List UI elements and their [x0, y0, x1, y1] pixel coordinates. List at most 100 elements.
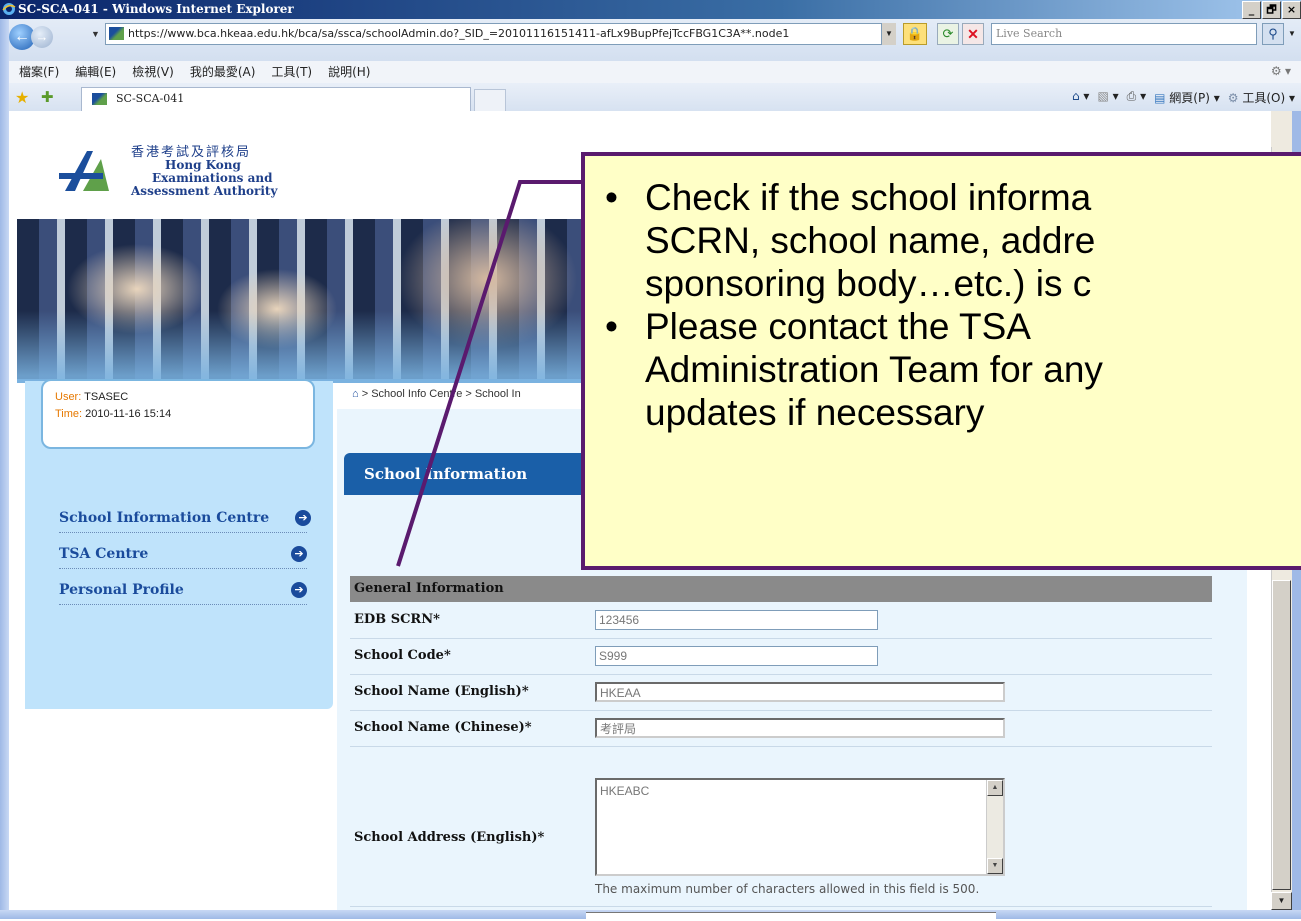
address-bar: ← → ▼ https://www.bca.hkeaa.edu.hk/bca/s… — [9, 19, 1301, 62]
ie-logo-icon — [2, 3, 16, 15]
stop-icon[interactable]: ✕ — [962, 23, 984, 45]
search-dropdown-icon[interactable]: ▼ — [1285, 23, 1299, 45]
sidebar-item-label: TSA Centre — [59, 546, 149, 562]
school-code-field[interactable]: S999 — [595, 646, 878, 666]
sidebar-item-school-information-centre[interactable]: School Information Centre ➔ — [59, 504, 311, 533]
form-row-school-address-english: School Address (English)* HKEABC ▲ ▼ The… — [350, 746, 1212, 907]
time-value: 2010-11-16 15:14 — [85, 408, 172, 420]
search-icon[interactable]: ⚲ — [1262, 23, 1284, 45]
url-dropdown-icon[interactable]: ▼ — [881, 23, 896, 45]
school-address-english-value: HKEABC — [600, 784, 650, 798]
url-text: https://www.bca.hkeaa.edu.hk/bca/sa/ssca… — [128, 27, 790, 40]
gear-icon: ⚙ — [1227, 91, 1239, 105]
banner-photo-fade — [17, 311, 607, 383]
command-bar: ⌂ ▾ ▧ ▾ ⎙ ▾ ▤ 網頁(P) ▾ ⚙ 工具(O) ▾ — [1072, 89, 1295, 106]
school-code-label: School Code* — [354, 648, 451, 663]
restore-button[interactable]: 🗗 — [1262, 1, 1281, 19]
scroll-up-icon[interactable]: ▲ — [987, 780, 1003, 796]
arrow-right-icon: ➔ — [295, 510, 311, 526]
arrow-right-icon: ➔ — [291, 546, 307, 562]
minimize-button[interactable]: _ — [1242, 1, 1261, 19]
callout-bullet-1-line-3: sponsoring body…etc.) is c — [645, 263, 1092, 304]
window-titlebar: SC-SCA-041 - Windows Internet Explorer _… — [0, 0, 1301, 19]
callout-bullet-2-line-2: Administration Team for any — [645, 349, 1103, 390]
menu-help[interactable]: 說明(H) — [320, 61, 378, 83]
school-name-english-label: School Name (English)* — [354, 684, 529, 699]
callout-bullets: Check if the school informa SCRN, school… — [585, 176, 1301, 434]
sidebar-item-label: Personal Profile — [59, 582, 184, 598]
tab-favicon-icon — [92, 93, 107, 105]
favorites-star-icon[interactable]: ★ — [15, 88, 29, 108]
hkeaa-logo-icon — [59, 151, 109, 191]
form-row-school-name-chinese: School Name (Chinese)* 考評局 — [350, 710, 1212, 747]
form-row-school-code: School Code* S999 — [350, 638, 1212, 675]
school-address-english-textarea[interactable]: HKEABC ▲ ▼ — [595, 778, 1005, 876]
feeds-button[interactable]: ▧ ▾ — [1097, 89, 1118, 106]
edb-scrn-field[interactable]: 123456 — [595, 610, 878, 630]
sidebar-item-personal-profile[interactable]: Personal Profile ➔ — [59, 576, 307, 605]
annotation-callout: Check if the school informa SCRN, school… — [581, 152, 1301, 570]
logo-english-line3: Assessment Authority — [131, 184, 278, 198]
menu-view[interactable]: 檢視(V) — [124, 61, 182, 83]
scroll-down-icon[interactable]: ▼ — [1271, 892, 1292, 910]
form-row-school-name-english: School Name (English)* HKEAA — [350, 674, 1212, 711]
callout-bullet-1-line-1: Check if the school informa — [645, 177, 1092, 218]
history-dropdown-icon[interactable]: ▼ — [91, 29, 100, 39]
page-menu-button[interactable]: ▤ 網頁(P) ▾ — [1154, 89, 1220, 106]
callout-bullet-2-line-3: updates if necessary — [645, 392, 985, 433]
new-tab-button[interactable] — [474, 89, 506, 111]
callout-bullet-1: Check if the school informa SCRN, school… — [585, 176, 1301, 305]
user-line: User: TSASEC — [55, 389, 313, 406]
breadcrumb: ⌂ > School Info Centre > School In — [352, 388, 521, 400]
home-icon: ⌂ — [1071, 89, 1080, 103]
section-title: School Information — [344, 453, 594, 495]
textarea-scrollbar[interactable]: ▲ ▼ — [986, 780, 1003, 874]
home-button[interactable]: ⌂ ▾ — [1072, 89, 1089, 106]
add-favorite-icon[interactable]: ✚ — [41, 88, 54, 106]
tab-title: SC-SCA-041 — [116, 92, 185, 105]
form-row-edb-scrn: EDB SCRN* 123456 — [350, 602, 1212, 639]
arrow-right-icon: ➔ — [291, 582, 307, 598]
lock-icon[interactable]: 🔒 — [903, 23, 927, 45]
tab-sc-sca-041[interactable]: SC-SCA-041 — [81, 87, 471, 111]
page-scrollbar-thumb[interactable] — [1272, 580, 1291, 890]
tab-bar: ★ ✚ SC-SCA-041 ⌂ ▾ ▧ ▾ ⎙ ▾ ▤ 網頁(P) ▾ ⚙ 工… — [9, 83, 1301, 112]
home-icon[interactable]: ⌂ — [352, 388, 359, 400]
slide-frame-left — [0, 0, 9, 919]
general-information-header: General Information — [350, 576, 1212, 602]
menu-tools[interactable]: 工具(T) — [263, 61, 320, 83]
sidebar-item-tsa-centre[interactable]: TSA Centre ➔ — [59, 540, 307, 569]
print-button[interactable]: ⎙ ▾ — [1127, 89, 1146, 106]
time-label: Time: — [55, 408, 83, 420]
close-button[interactable]: × — [1282, 1, 1301, 19]
search-input[interactable]: Live Search — [991, 23, 1257, 45]
toolbar-options-icon[interactable]: ⚙ ▾ — [1271, 64, 1291, 78]
callout-bullet-1-line-2: SCRN, school name, addre — [645, 220, 1096, 261]
feeds-icon: ▧ — [1097, 89, 1109, 103]
address-length-hint: The maximum number of characters allowed… — [595, 882, 980, 896]
page-icon: ▤ — [1154, 91, 1166, 105]
school-name-chinese-field[interactable]: 考評局 — [595, 718, 1005, 738]
school-name-chinese-label: School Name (Chinese)* — [354, 720, 532, 735]
sidebar-item-label: School Information Centre — [59, 510, 270, 526]
print-icon: ⎙ — [1126, 89, 1137, 103]
scroll-down-icon[interactable]: ▼ — [987, 858, 1003, 874]
callout-bullet-2: Please contact the TSA Administration Te… — [585, 305, 1301, 434]
user-info-box: User: TSASEC Time: 2010-11-16 15:14 — [41, 379, 315, 449]
menu-favorites[interactable]: 我的最愛(A) — [182, 61, 264, 83]
hkeaa-logo: 香港考試及評核局 Hong Kong Examinations and Asse… — [41, 139, 341, 209]
scrollbar-top — [1271, 111, 1292, 147]
callout-bullet-2-line-1: Please contact the TSA — [645, 306, 1031, 347]
school-name-english-field[interactable]: HKEAA — [595, 682, 1005, 702]
menu-bar: 檔案(F) 編輯(E) 檢視(V) 我的最愛(A) 工具(T) 說明(H) ⚙ … — [9, 61, 1301, 84]
search-placeholder: Live Search — [996, 27, 1063, 40]
menu-file[interactable]: 檔案(F) — [11, 61, 67, 83]
window-title: SC-SCA-041 - Windows Internet Explorer — [18, 2, 294, 16]
user-value: TSASEC — [84, 391, 129, 403]
url-input[interactable]: https://www.bca.hkeaa.edu.hk/bca/sa/ssca… — [105, 23, 895, 45]
forward-button[interactable]: → — [31, 26, 53, 48]
menu-edit[interactable]: 編輯(E) — [67, 61, 124, 83]
tools-menu-button[interactable]: ⚙ 工具(O) ▾ — [1228, 89, 1295, 106]
refresh-icon[interactable]: ⟳ — [937, 23, 959, 45]
school-address-english-label: School Address (English)* — [354, 830, 545, 845]
